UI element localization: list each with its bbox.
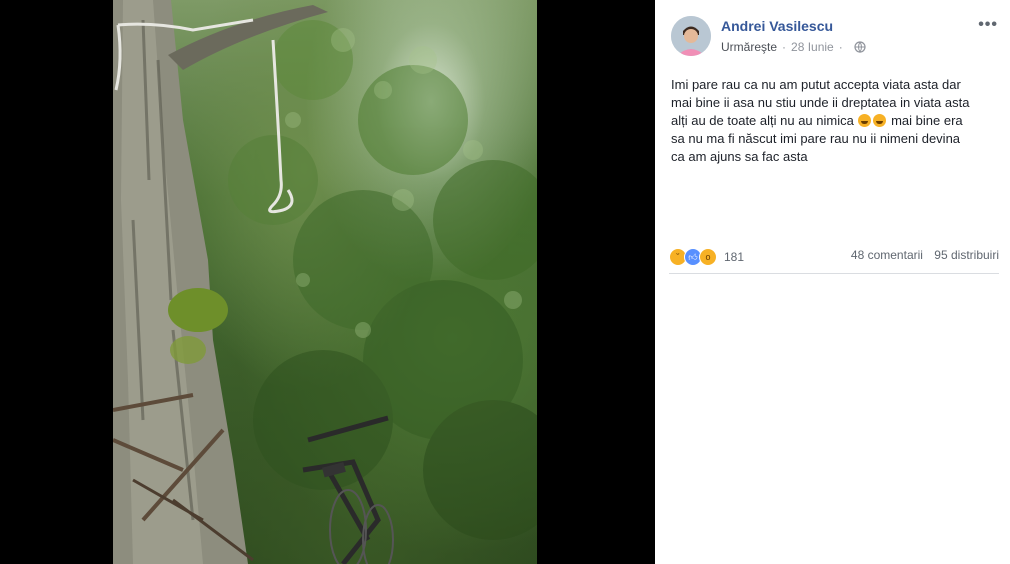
post-text: Imi pare rau ca nu am putut accepta viat… <box>671 76 1001 166</box>
post-photo[interactable] <box>113 0 537 564</box>
post-meta: Urmăreşte · 28 Iunie · <box>721 40 866 54</box>
meta-separator: · <box>782 40 787 54</box>
meta-separator: · <box>838 40 843 54</box>
reaction-count: 181 <box>724 250 745 264</box>
reactions-summary[interactable]: ˘ 👍︎ o 181 <box>669 248 744 266</box>
engagement-stats: 48 comentarii 95 distribuiri <box>851 248 999 262</box>
post-sidebar: Andrei Vasilescu Urmăreşte · 28 Iunie · … <box>655 0 1010 564</box>
photo-viewer <box>0 0 655 564</box>
globe-icon <box>854 41 866 53</box>
post-date[interactable]: 28 Iunie <box>791 40 834 54</box>
post-text-line: mai bine ii asa nu stiu unde ii dreptate… <box>671 95 970 110</box>
comments-count-link[interactable]: 48 comentarii <box>851 248 923 262</box>
author-avatar[interactable] <box>671 16 711 56</box>
divider <box>669 273 999 274</box>
post-text-line: ca am ajuns sa fac asta <box>671 149 808 164</box>
wow-reaction-icon: o <box>699 248 717 266</box>
crying-emoji-icon <box>858 114 872 127</box>
post-text-line: sa nu ma fi născut imi pare rau nu ii ni… <box>671 131 961 146</box>
post-text-line: alți au de toate alți nu au nimica <box>671 113 854 128</box>
forest-scene-illustration <box>113 0 537 564</box>
post-text-line: mai bine era <box>891 113 963 128</box>
avatar-image <box>671 16 711 56</box>
more-options-icon[interactable]: ••• <box>978 16 998 34</box>
crying-emoji-icon <box>873 114 887 127</box>
author-name-link[interactable]: Andrei Vasilescu <box>721 18 833 34</box>
post-text-line: Imi pare rau ca nu am putut accepta viat… <box>671 77 961 92</box>
follow-link[interactable]: Urmăreşte <box>721 40 777 54</box>
shares-count-link[interactable]: 95 distribuiri <box>934 248 999 262</box>
